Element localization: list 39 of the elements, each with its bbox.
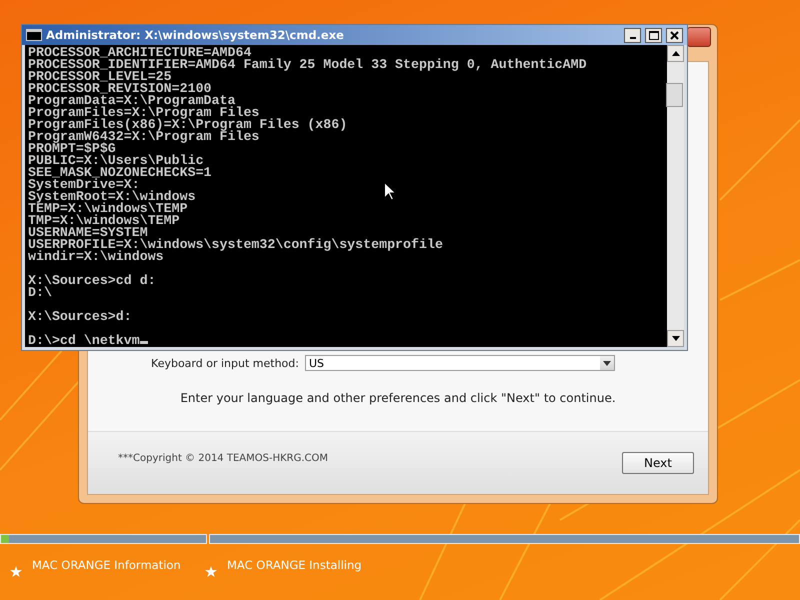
minimize-button[interactable] — [624, 28, 641, 42]
console-line: ProgramData=X:\ProgramData — [28, 93, 236, 108]
console-line: PROCESSOR_ARCHITECTURE=AMD64 — [28, 45, 252, 60]
console-line: ProgramFiles=X:\Program Files — [28, 105, 260, 120]
keyboard-dropdown[interactable]: US — [304, 355, 615, 371]
copyright-text: ***Copyright © 2014 TEAMOS-HKRG.COM — [118, 452, 328, 464]
maximize-icon — [648, 30, 658, 40]
next-button[interactable]: Next — [622, 452, 694, 474]
mouse-pointer-icon — [384, 182, 396, 201]
star-icon — [205, 566, 217, 578]
step-label: MAC ORANGE Information — [32, 558, 181, 572]
instruction-text: Enter your language and other preferences and click "Next" to continue. — [180, 391, 616, 405]
close-button[interactable] — [666, 28, 683, 42]
console-line: D:\ — [28, 285, 52, 300]
console-line: SystemDrive=X: — [28, 177, 140, 192]
console-line: USERPROFILE=X:\windows\system32\config\systemprofile — [28, 237, 443, 252]
console-line: PROCESSOR_LEVEL=25 — [28, 69, 172, 84]
keyboard-label: Keyboard or input method: — [151, 356, 299, 370]
console-line: X:\Sources>d: — [28, 309, 132, 324]
console-line: TMP=X:\windows\TEMP — [28, 213, 180, 228]
console-line: windir=X:\windows — [28, 249, 164, 264]
star-icon — [10, 566, 22, 578]
console-line: ProgramW6432=X:\Program Files — [28, 129, 260, 144]
close-icon — [670, 30, 679, 40]
step-label: MAC ORANGE Installing — [227, 558, 362, 572]
console-line: SystemRoot=X:\windows — [28, 189, 196, 204]
scrollbar[interactable] — [667, 45, 684, 347]
dropdown-arrow-icon — [602, 360, 611, 366]
console-line: PROCESSOR_IDENTIFIER=AMD64 Family 25 Model 33 Stepping 0, AuthenticAMD — [28, 57, 587, 72]
console-line: D:\>cd \netkvm — [28, 333, 140, 347]
console-line: ProgramFiles(x86)=X:\Program Files (x86) — [28, 117, 348, 132]
scrollbar-thumb[interactable] — [666, 83, 683, 107]
console-line: PUBLIC=X:\Users\Public — [28, 153, 204, 168]
down-arrow-icon — [672, 336, 680, 341]
text-cursor — [140, 341, 148, 344]
maximize-button[interactable] — [645, 28, 662, 42]
console-icon — [26, 29, 42, 41]
up-arrow-icon — [672, 51, 680, 56]
window-title: Administrator: X:\windows\system32\cmd.exe — [46, 28, 345, 42]
